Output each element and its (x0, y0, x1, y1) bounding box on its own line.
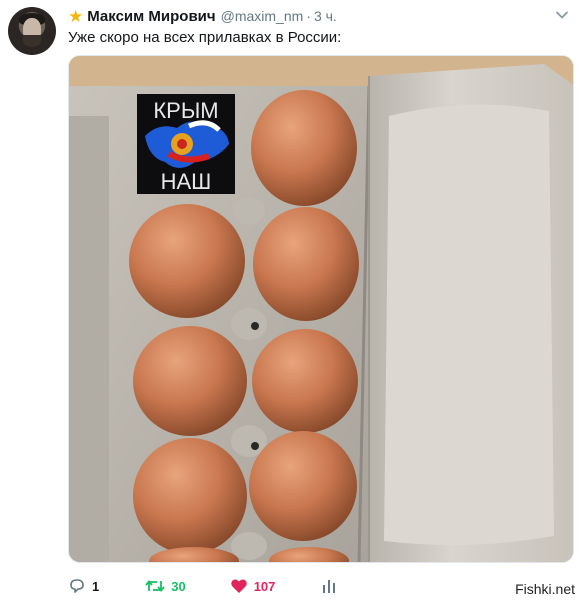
analytics-button[interactable] (321, 577, 337, 595)
watermark: Fishki.net (515, 581, 575, 597)
retweet-button[interactable]: 30 (145, 577, 186, 595)
analytics-icon (323, 580, 336, 593)
tweet-text: Уже скоро на всех прилавках в России: (68, 29, 342, 46)
separator-dot: · (306, 8, 311, 24)
reply-button[interactable]: 1 (68, 577, 99, 595)
like-count: 107 (253, 578, 276, 594)
avatar[interactable] (8, 7, 56, 55)
display-name[interactable]: Максим Мирович (87, 8, 215, 25)
reply-icon (70, 579, 84, 593)
egg-carton-photo: КРЫМ НАШ (69, 56, 573, 562)
sticker-bottom-text: НАШ (161, 169, 212, 194)
tweet-actions: 1 30 107 (68, 576, 337, 596)
tweet: ★ Максим Мирович @maxim_nm · 3 ч. Уже ск… (0, 0, 579, 600)
user-handle[interactable]: @maxim_nm (221, 8, 304, 24)
tweet-photo[interactable]: КРЫМ НАШ (68, 55, 574, 563)
star-icon: ★ (68, 6, 84, 26)
krym-sticker: КРЫМ НАШ (137, 94, 235, 194)
retweet-icon (145, 580, 165, 592)
heart-icon (230, 579, 247, 593)
reply-count: 1 (92, 578, 100, 594)
like-button[interactable]: 107 (230, 577, 276, 595)
chevron-down-icon[interactable] (555, 8, 569, 22)
retweet-count: 30 (171, 578, 186, 594)
timestamp[interactable]: 3 ч. (314, 8, 337, 24)
tweet-header: ★ Максим Мирович @maxim_nm · 3 ч. (68, 6, 337, 26)
sticker-top-text: КРЫМ (153, 98, 218, 123)
